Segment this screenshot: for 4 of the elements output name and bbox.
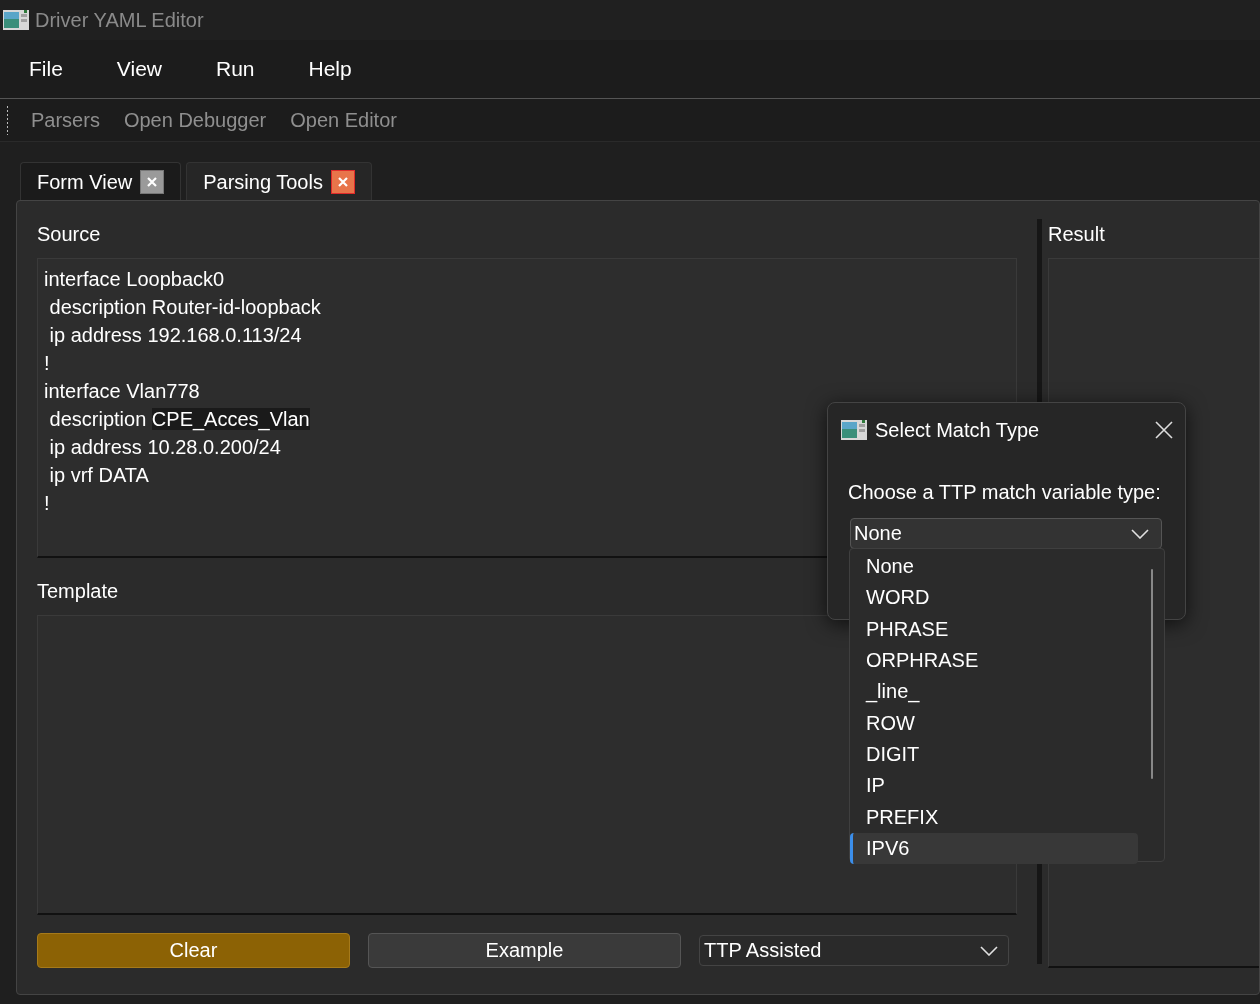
result-label: Result — [1048, 223, 1105, 246]
template-label: Template — [37, 580, 119, 603]
source-label: Source — [37, 223, 101, 246]
window-title: Driver YAML Editor — [35, 8, 204, 32]
